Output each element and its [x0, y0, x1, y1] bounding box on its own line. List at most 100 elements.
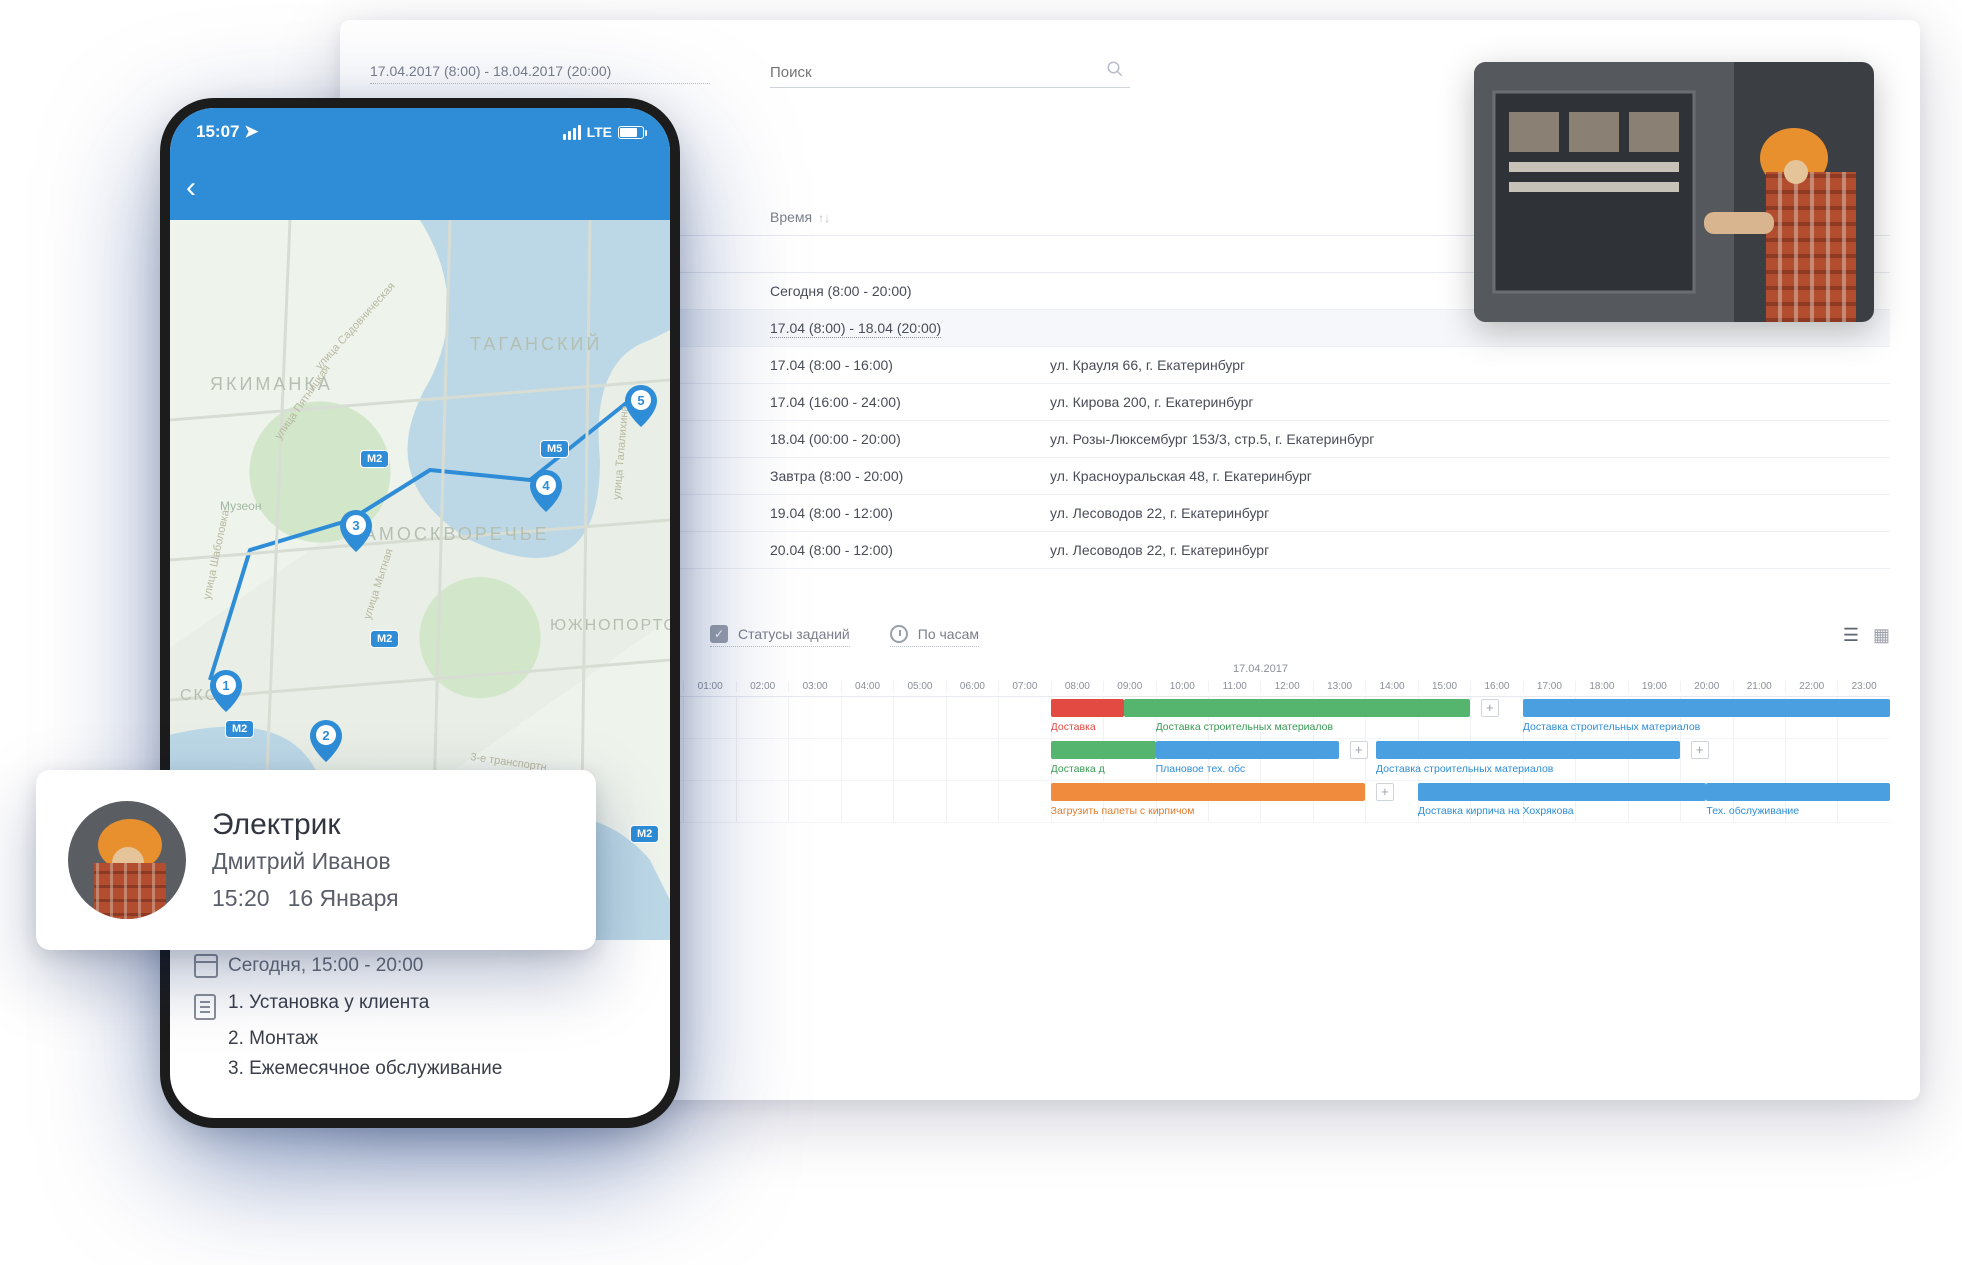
task-time: 19.04 (8:00 - 12:00) — [770, 505, 1050, 521]
task-address: ул. Лесоводов 22, г. Екатеринбург — [1050, 505, 1890, 521]
phone-statusbar: 15:07 ➤ LTE — [170, 108, 670, 156]
avatar — [68, 801, 186, 919]
timeline-bar[interactable] — [1051, 783, 1366, 801]
map-pin[interactable]: 5 — [625, 385, 657, 427]
search-field-wrap — [770, 58, 1130, 88]
battery-icon — [618, 126, 644, 139]
metro-badge: М2 — [360, 450, 389, 468]
phone-time: 15:07 — [196, 122, 239, 141]
timeline-date: 17.04.2017 — [1233, 663, 1288, 675]
task-address: ул. Кирова 200, г. Екатеринбург — [1050, 394, 1890, 410]
sort-icon[interactable]: ↑↓ — [818, 211, 830, 225]
hour-label: 08:00 — [1051, 681, 1103, 692]
timeline-bar-label: Доставка строительных материалов — [1376, 761, 1680, 777]
hour-label: 15:00 — [1418, 681, 1470, 692]
profile-role: Электрик — [212, 808, 399, 842]
profile-date: 16 Января — [288, 885, 399, 912]
metro-badge: М2 — [225, 720, 254, 738]
map-pin[interactable]: 3 — [340, 510, 372, 552]
hour-label: 03:00 — [788, 681, 840, 692]
hour-label: 12:00 — [1260, 681, 1312, 692]
svg-text:улица Садовническая: улица Садовническая — [313, 280, 397, 372]
toggle-hours-label: По часам — [918, 626, 979, 642]
list-item[interactable]: 1. Установка у клиента — [194, 988, 646, 1024]
hour-label: 13:00 — [1313, 681, 1365, 692]
hour-label: 07:00 — [998, 681, 1050, 692]
list-view-icon[interactable]: ☰ — [1843, 625, 1859, 646]
task-address: ул. Розы-Люксембург 153/3, стр.5, г. Ека… — [1050, 431, 1890, 447]
svg-text:улица Мытная: улица Мытная — [361, 547, 395, 621]
toggle-statuses[interactable]: ✓ Статусы заданий — [710, 625, 850, 647]
timeline-bar[interactable] — [1706, 783, 1890, 801]
timeline-bar-label: Доставка строительных материалов — [1156, 719, 1471, 735]
hour-label: 14:00 — [1365, 681, 1417, 692]
timeline-bar-label: Плановое тех. обс — [1156, 761, 1340, 777]
add-slot-button[interactable]: + — [1376, 783, 1394, 801]
svg-text:5: 5 — [637, 393, 644, 408]
phone-task-text: 3. Ежемесячное обслуживание — [228, 1058, 502, 1080]
metro-badge: М2 — [630, 825, 659, 843]
task-time: 17.04 (8:00) - 18.04 (20:00) — [770, 320, 1050, 336]
add-slot-button[interactable]: + — [1481, 699, 1499, 717]
timeline-bar[interactable] — [1124, 699, 1470, 717]
timeline-bar[interactable] — [1051, 741, 1156, 759]
hour-label: 05:00 — [893, 681, 945, 692]
timeline-bar-label: Доставка — [1051, 719, 1156, 735]
svg-text:4: 4 — [542, 478, 550, 493]
timeline-row[interactable]: ++Доставка дПлановое тех. обсДоставка ст… — [631, 739, 1890, 781]
add-slot-button[interactable]: + — [1691, 741, 1709, 759]
timeline-bar-label: Загрузить палеты с кирпичом — [1051, 803, 1366, 819]
profile-info: Электрик Дмитрий Иванов 15:20 16 Января — [212, 808, 399, 912]
svg-text:1: 1 — [222, 678, 229, 693]
timeline-body: +ДоставкаДоставка строительных материало… — [631, 697, 1890, 823]
timeline-bar[interactable] — [1418, 783, 1707, 801]
search-input[interactable] — [770, 58, 1130, 87]
hero-photo — [1474, 62, 1874, 322]
hour-label: 10:00 — [1156, 681, 1208, 692]
timeline-row[interactable]: + ДоставкаДоставка строительных материало… — [631, 697, 1890, 739]
phone-today-row: Сегодня, 15:00 - 20:00 — [194, 954, 646, 978]
col-time[interactable]: Время↑↓ — [770, 209, 1050, 225]
toggle-hours[interactable]: По часам — [890, 625, 979, 647]
timeline-row[interactable]: +Загрузить палеты с кирпичомДоставка кир… — [631, 781, 1890, 823]
hour-label: 02:00 — [736, 681, 788, 692]
hour-label: 01:00 — [683, 681, 735, 692]
hour-label: 16:00 — [1470, 681, 1522, 692]
timeline-bar-label: Тех. обслуживание — [1706, 803, 1890, 819]
hour-label: 04:00 — [841, 681, 893, 692]
task-address: ул. Лесоводов 22, г. Екатеринбург — [1050, 542, 1890, 558]
hour-label: 06:00 — [946, 681, 998, 692]
map-pin[interactable]: 1 — [210, 670, 242, 712]
profile-card[interactable]: Электрик Дмитрий Иванов 15:20 16 Января — [36, 770, 596, 950]
location-icon: ➤ — [244, 122, 258, 141]
metro-badge: М5 — [540, 440, 569, 458]
profile-name: Дмитрий Иванов — [212, 848, 399, 875]
date-range-picker[interactable]: 17.04.2017 (8:00) - 18.04.2017 (20:00) — [370, 63, 710, 84]
task-time: Сегодня (8:00 - 20:00) — [770, 283, 1050, 299]
task-time: 18.04 (00:00 - 20:00) — [770, 431, 1050, 447]
network-label: LTE — [587, 124, 612, 140]
timeline-grid[interactable]: 17.04.2017 00:0001:0002:0003:0004:0005:0… — [630, 667, 1890, 866]
timeline-bar[interactable] — [1523, 699, 1890, 717]
document-icon — [194, 994, 216, 1020]
phone-today-label: Сегодня, 15:00 - 20:00 — [228, 955, 423, 977]
phone-tasklist: Сегодня, 15:00 - 20:00 1. Установка у кл… — [170, 940, 670, 1098]
search-icon[interactable] — [1106, 60, 1124, 78]
timeline-bar[interactable] — [1376, 741, 1680, 759]
clock-icon — [890, 625, 908, 643]
task-time: 20.04 (8:00 - 12:00) — [770, 542, 1050, 558]
list-item[interactable]: 2. Монтаж — [194, 1024, 646, 1054]
add-slot-button[interactable]: + — [1350, 741, 1368, 759]
metro-badge: М2 — [370, 630, 399, 648]
hour-label: 22:00 — [1785, 681, 1837, 692]
timeline-bar[interactable] — [1156, 741, 1340, 759]
back-icon[interactable]: ‹ — [186, 171, 196, 205]
map-pin[interactable]: 4 — [530, 470, 562, 512]
task-time: 17.04 (16:00 - 24:00) — [770, 394, 1050, 410]
map-pin[interactable]: 2 — [310, 720, 342, 762]
profile-time: 15:20 — [212, 885, 270, 912]
phone-task-text: 2. Монтаж — [228, 1028, 318, 1050]
grid-view-icon[interactable]: ▦ — [1873, 625, 1890, 646]
timeline-bar[interactable] — [1051, 699, 1124, 717]
list-item[interactable]: 3. Ежемесячное обслуживание — [194, 1054, 646, 1084]
